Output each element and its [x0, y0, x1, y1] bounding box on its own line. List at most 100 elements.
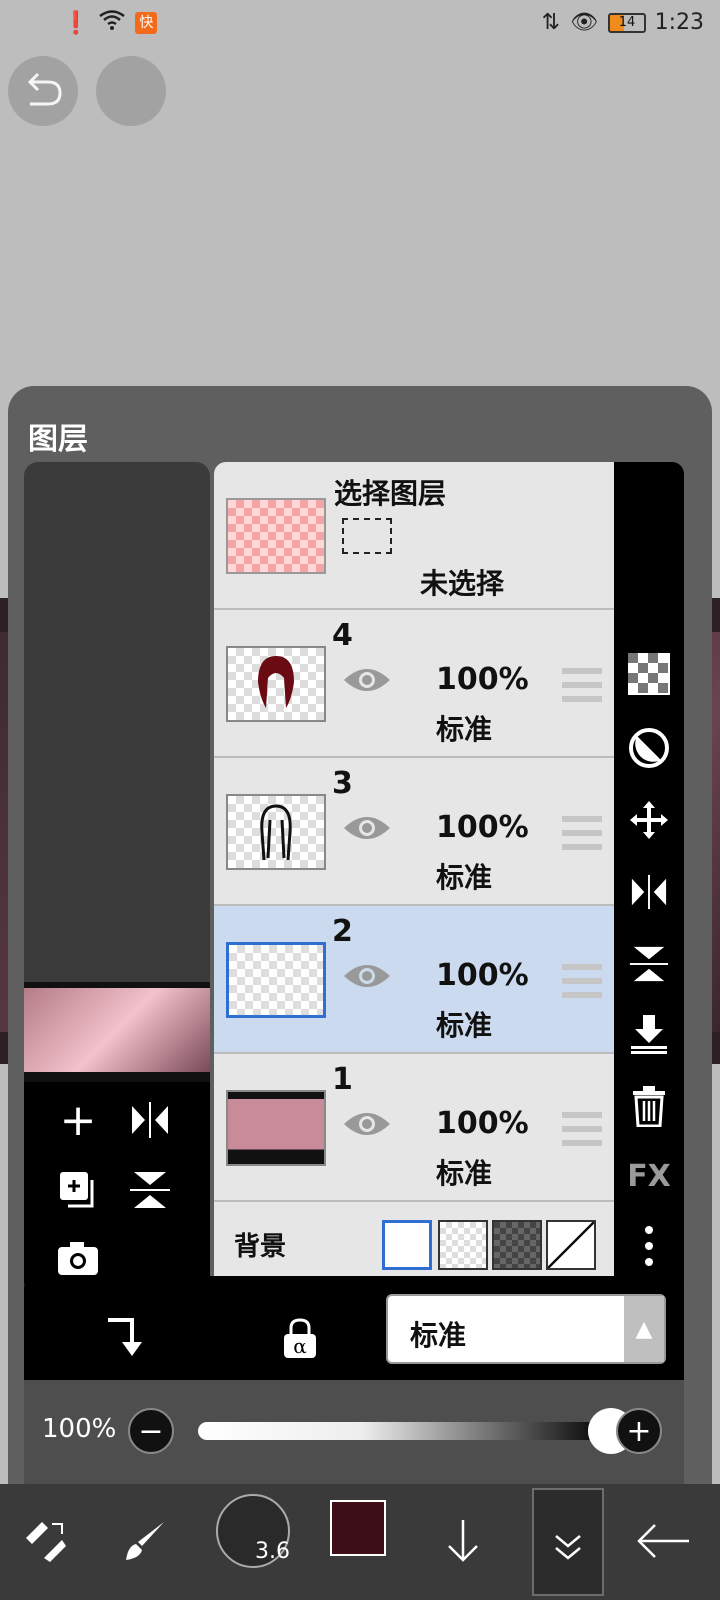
flip-horizontal-icon [132, 1102, 168, 1138]
layer-thumbnail [226, 794, 326, 870]
drag-handle-icon[interactable] [562, 964, 602, 998]
drag-handle-icon[interactable] [562, 816, 602, 850]
background-light-checker-option[interactable] [438, 1220, 488, 1270]
duplicate-layer-button[interactable] [50, 1162, 106, 1218]
hair-sketch-icon [258, 656, 294, 708]
background-none-option[interactable] [546, 1220, 596, 1270]
left-tools: + [24, 1082, 210, 1296]
background-dark-checker-option[interactable] [492, 1220, 542, 1270]
merge-down-button[interactable] [625, 1010, 673, 1058]
alert-icon: ❗ [62, 10, 90, 36]
flip-layer-horizontal-button[interactable] [625, 868, 673, 916]
eye-icon[interactable] [342, 1108, 392, 1140]
layer-number: 2 [332, 914, 353, 949]
checkerboard-icon [628, 653, 670, 695]
layer-panel-toggle-button[interactable] [532, 1488, 604, 1596]
layer-opacity: 100% [436, 958, 529, 993]
arrow-left-icon [637, 1524, 689, 1558]
fx-button[interactable]: FX [625, 1152, 673, 1200]
color-swatch[interactable] [330, 1500, 386, 1556]
flip-vertical-icon [130, 1172, 170, 1208]
opacity-increase-button[interactable]: + [616, 1408, 662, 1454]
layer-number: 3 [332, 766, 353, 801]
eye-icon[interactable] [342, 960, 392, 992]
move-arrows-icon [630, 801, 668, 839]
layer-blend-mode: 标准 [436, 1157, 493, 1190]
blend-mode-value: 标准 [410, 1319, 467, 1352]
arrow-down-icon [448, 1520, 478, 1562]
selection-status: 未选择 [420, 567, 505, 600]
layer-row-2[interactable]: 2 100% 标准 [214, 906, 614, 1054]
double-chevron-down-icon [555, 1535, 581, 1560]
more-options-button[interactable] [625, 1222, 673, 1270]
layer-opacity: 100% [436, 662, 529, 697]
layer-tools-column: FX [614, 462, 684, 1296]
undo-icon [27, 72, 62, 106]
delete-layer-button[interactable] [625, 1082, 673, 1130]
layer-thumbnail [226, 646, 326, 722]
layer-preview-column: + [24, 462, 210, 1296]
layer-row-3[interactable]: 3 100% 标准 [214, 758, 614, 906]
clock: 1:23 [654, 10, 704, 35]
clip-layer-button[interactable] [94, 1310, 150, 1366]
brush-icon [126, 1522, 164, 1560]
svg-text:α: α [293, 1334, 307, 1358]
brush-size-button[interactable]: 3.6 [216, 1494, 290, 1568]
clip-arrow-icon [108, 1318, 142, 1356]
layer-row-1[interactable]: 1 100% 标准 [214, 1054, 614, 1202]
layer-thumbnail [226, 1090, 326, 1166]
camera-icon [58, 1242, 98, 1275]
opacity-value: 100% [42, 1414, 117, 1444]
selection-layer-row[interactable]: 选择图层 未选择 [214, 462, 614, 610]
layer-list: 选择图层 未选择 4 100% 标准 3 100% 标准 2 100% 标准 1… [214, 462, 614, 1296]
layer-number: 1 [332, 1062, 353, 1097]
brush-size-value: 3.6 [255, 1539, 290, 1564]
layer-opacity: 100% [436, 810, 529, 845]
wifi-icon [99, 10, 126, 36]
undo-button[interactable] [8, 56, 78, 126]
menu-button[interactable] [96, 56, 166, 126]
duplicate-layer-icon [60, 1172, 94, 1208]
hair-lineart-icon [260, 804, 292, 861]
flip-vertical-button[interactable] [122, 1162, 178, 1218]
data-icon: ⇅ [541, 10, 561, 35]
layer-opacity: 100% [436, 1106, 529, 1141]
blend-mode-dropdown[interactable]: 标准 ▲ [386, 1294, 666, 1364]
flip-horizontal-button[interactable] [122, 1092, 178, 1148]
layer-number: 4 [332, 618, 353, 653]
status-right: ⇅ 👁 14 [542, 10, 646, 35]
drag-handle-icon[interactable] [562, 668, 602, 702]
status-bar: ❗ 快 ⇅ 👁 14 1:23 [0, 0, 720, 48]
more-vertical-icon [645, 1226, 653, 1266]
add-layer-button[interactable]: + [50, 1092, 106, 1148]
transparency-button[interactable] [625, 650, 673, 698]
status-left: ❗ 快 [62, 10, 158, 36]
opacity-decrease-button[interactable]: − [128, 1408, 174, 1454]
brush-tool-button[interactable] [110, 1506, 180, 1576]
drag-handle-icon[interactable] [562, 1112, 602, 1146]
move-layer-button[interactable] [625, 796, 673, 844]
eye-icon[interactable] [342, 812, 392, 844]
layer-properties-bar: α 标准 ▲ 100% − + [24, 1276, 684, 1492]
transform-tool-button[interactable] [10, 1506, 80, 1576]
transform-tool-icon [26, 1522, 66, 1562]
flip-vertical-icon [629, 946, 669, 982]
eye-comfort-icon: 👁 [570, 10, 598, 35]
app-notification-icon: 快 [135, 12, 158, 34]
merge-down-icon [631, 1015, 667, 1054]
selection-thumbnail [226, 498, 326, 574]
selection-marquee-icon [342, 518, 392, 554]
clipping-button[interactable] [625, 724, 673, 772]
alpha-lock-button[interactable]: α [272, 1310, 328, 1366]
selection-layer-title: 选择图层 [334, 477, 447, 510]
layer-down-button[interactable] [428, 1506, 498, 1576]
flip-layer-vertical-button[interactable] [625, 940, 673, 988]
layer-row-4[interactable]: 4 100% 标准 [214, 610, 614, 758]
background-white-option[interactable] [382, 1220, 432, 1270]
layer-blend-mode: 标准 [436, 861, 493, 894]
eye-icon[interactable] [342, 664, 392, 696]
back-button[interactable] [628, 1506, 698, 1576]
opacity-slider[interactable] [198, 1422, 608, 1440]
flip-horizontal-icon [631, 874, 667, 910]
opacity-row: 100% − + [24, 1380, 684, 1492]
